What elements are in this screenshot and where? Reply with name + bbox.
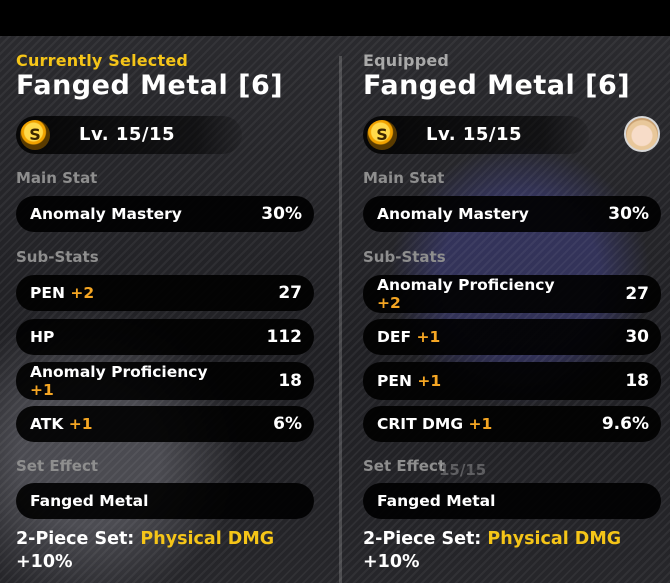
sub-stat-value: 30: [625, 327, 649, 347]
set-name: Fanged Metal: [377, 492, 496, 510]
set-desc-prefix: 2-Piece Set:: [16, 529, 135, 549]
sub-stat-upgrade: +1: [68, 415, 93, 433]
sub-stat-name: Anomaly Proficiency: [377, 276, 555, 294]
equipped-label: Equipped: [363, 51, 450, 70]
currently-selected-label: Currently Selected: [16, 51, 189, 70]
sub-stat-upgrade: +1: [468, 415, 493, 433]
main-stat-row: Anomaly Mastery 30%: [16, 196, 314, 232]
set-effect-label: Set Effect: [16, 457, 99, 475]
sub-stat-name: PEN: [30, 284, 65, 302]
top-bar: [0, 0, 670, 36]
set-desc-value: +10%: [16, 552, 73, 572]
sub-stat-upgrade: +1: [417, 372, 442, 390]
ghost-level-text: 15/15: [439, 461, 487, 479]
sub-stat-row: CRIT DMG +1 9.6%: [363, 406, 661, 442]
set-description: 2-Piece Set: Physical DMG +10%: [16, 528, 326, 574]
sub-stat-upgrade: +1: [30, 381, 54, 399]
level-text: Lv. 15/15: [426, 124, 523, 145]
sub-stat-row: Anomaly Proficiency +1 18: [16, 362, 314, 400]
sub-stat-row: Anomaly Proficiency +2 27: [363, 275, 661, 313]
main-stat-row: Anomaly Mastery 30%: [363, 196, 661, 232]
sub-stat-value: 18: [625, 371, 649, 391]
main-stat-value: 30%: [261, 204, 302, 224]
set-description: 2-Piece Set: Physical DMG +10%: [363, 528, 670, 574]
sub-stat-row: DEF +1 30: [363, 319, 661, 355]
main-stat-name: Anomaly Mastery: [377, 205, 529, 223]
disc-name: Fanged Metal [6]: [363, 70, 631, 101]
sub-stat-upgrade: +2: [70, 284, 95, 302]
sub-stat-name: PEN: [377, 372, 412, 390]
sub-stat-name: ATK: [30, 415, 64, 433]
panel-divider: [339, 56, 342, 583]
sub-stat-row: PEN +2 27: [16, 275, 314, 311]
set-desc-highlight: Physical DMG: [140, 529, 275, 549]
sub-stats-label: Sub-Stats: [16, 248, 99, 266]
sub-stat-name: Anomaly Proficiency: [30, 363, 208, 381]
sub-stat-value: 9.6%: [601, 414, 649, 434]
sub-stat-value: 18: [278, 371, 302, 391]
set-desc-prefix: 2-Piece Set:: [363, 529, 482, 549]
main-stat-label: Main Stat: [363, 169, 445, 187]
sub-stat-row: HP 112: [16, 319, 314, 355]
sub-stat-name: HP: [30, 328, 55, 346]
currently-selected-panel: Currently Selected Fanged Metal [6] S Lv…: [0, 36, 330, 583]
equipped-panel: Equipped Fanged Metal [6] S Lv. 15/15 Ma…: [347, 36, 670, 583]
sub-stat-name: CRIT DMG: [377, 415, 464, 433]
sub-stats-label: Sub-Stats: [363, 248, 446, 266]
set-name-row: Fanged Metal: [16, 483, 314, 519]
sub-stat-value: 27: [278, 283, 302, 303]
sub-stat-upgrade: +2: [377, 294, 401, 312]
main-stat-name: Anomaly Mastery: [30, 205, 182, 223]
rank-s-icon: S: [367, 120, 397, 150]
level-pill: S Lv. 15/15: [363, 116, 589, 154]
set-effect-label: Set Effect: [363, 457, 446, 475]
disc-name: Fanged Metal [6]: [16, 70, 284, 101]
sub-stat-value: 27: [625, 284, 649, 304]
sub-stat-row: PEN +1 18: [363, 362, 661, 400]
sub-stat-name: DEF: [377, 328, 412, 346]
character-avatar-icon[interactable]: [624, 116, 660, 152]
rank-s-icon: S: [20, 120, 50, 150]
set-desc-value: +10%: [363, 552, 420, 572]
level-text: Lv. 15/15: [79, 124, 176, 145]
main-stat-label: Main Stat: [16, 169, 98, 187]
set-name: Fanged Metal: [30, 492, 149, 510]
sub-stat-value: 6%: [273, 414, 302, 434]
level-pill: S Lv. 15/15: [16, 116, 242, 154]
set-desc-highlight: Physical DMG: [487, 529, 622, 549]
set-name-row: Fanged Metal: [363, 483, 661, 519]
sub-stat-value: 112: [266, 327, 303, 347]
main-stat-value: 30%: [608, 204, 649, 224]
sub-stat-row: ATK +1 6%: [16, 406, 314, 442]
sub-stat-upgrade: +1: [416, 328, 441, 346]
